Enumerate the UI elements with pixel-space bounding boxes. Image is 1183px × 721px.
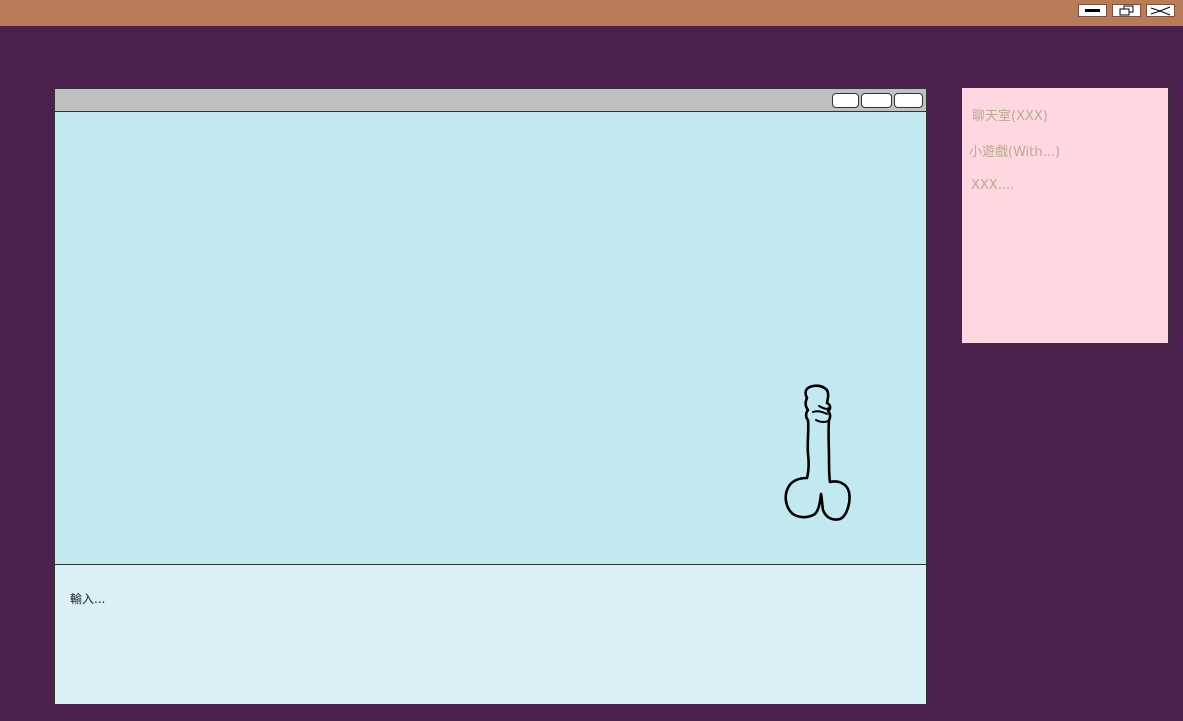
- close-button[interactable]: [1146, 4, 1175, 17]
- restore-icon: [1119, 5, 1134, 16]
- side-item-more[interactable]: XXX....: [971, 178, 1014, 193]
- chat-maximize-button[interactable]: [861, 93, 892, 108]
- chat-window-header: [55, 89, 926, 112]
- doodle-drawing: [784, 384, 851, 521]
- minimize-button[interactable]: [1078, 4, 1107, 17]
- app-titlebar: [0, 0, 1183, 26]
- side-item-chatroom[interactable]: 聊天室(XXX): [972, 105, 1048, 124]
- message-area: [55, 112, 926, 564]
- restore-button[interactable]: [1112, 4, 1141, 17]
- message-input-placeholder: 輸入...: [70, 592, 106, 606]
- minimize-icon: [1085, 9, 1100, 12]
- chat-close-button[interactable]: [894, 93, 923, 108]
- message-input-area[interactable]: 輸入...: [55, 564, 926, 704]
- side-item-minigame[interactable]: 小遊戲(With...): [969, 141, 1060, 160]
- chat-minimize-button[interactable]: [832, 93, 859, 108]
- chat-window: 輸入...: [54, 88, 927, 704]
- close-icon: [1150, 6, 1171, 16]
- side-panel: 聊天室(XXX) 小遊戲(With...) XXX....: [961, 87, 1169, 344]
